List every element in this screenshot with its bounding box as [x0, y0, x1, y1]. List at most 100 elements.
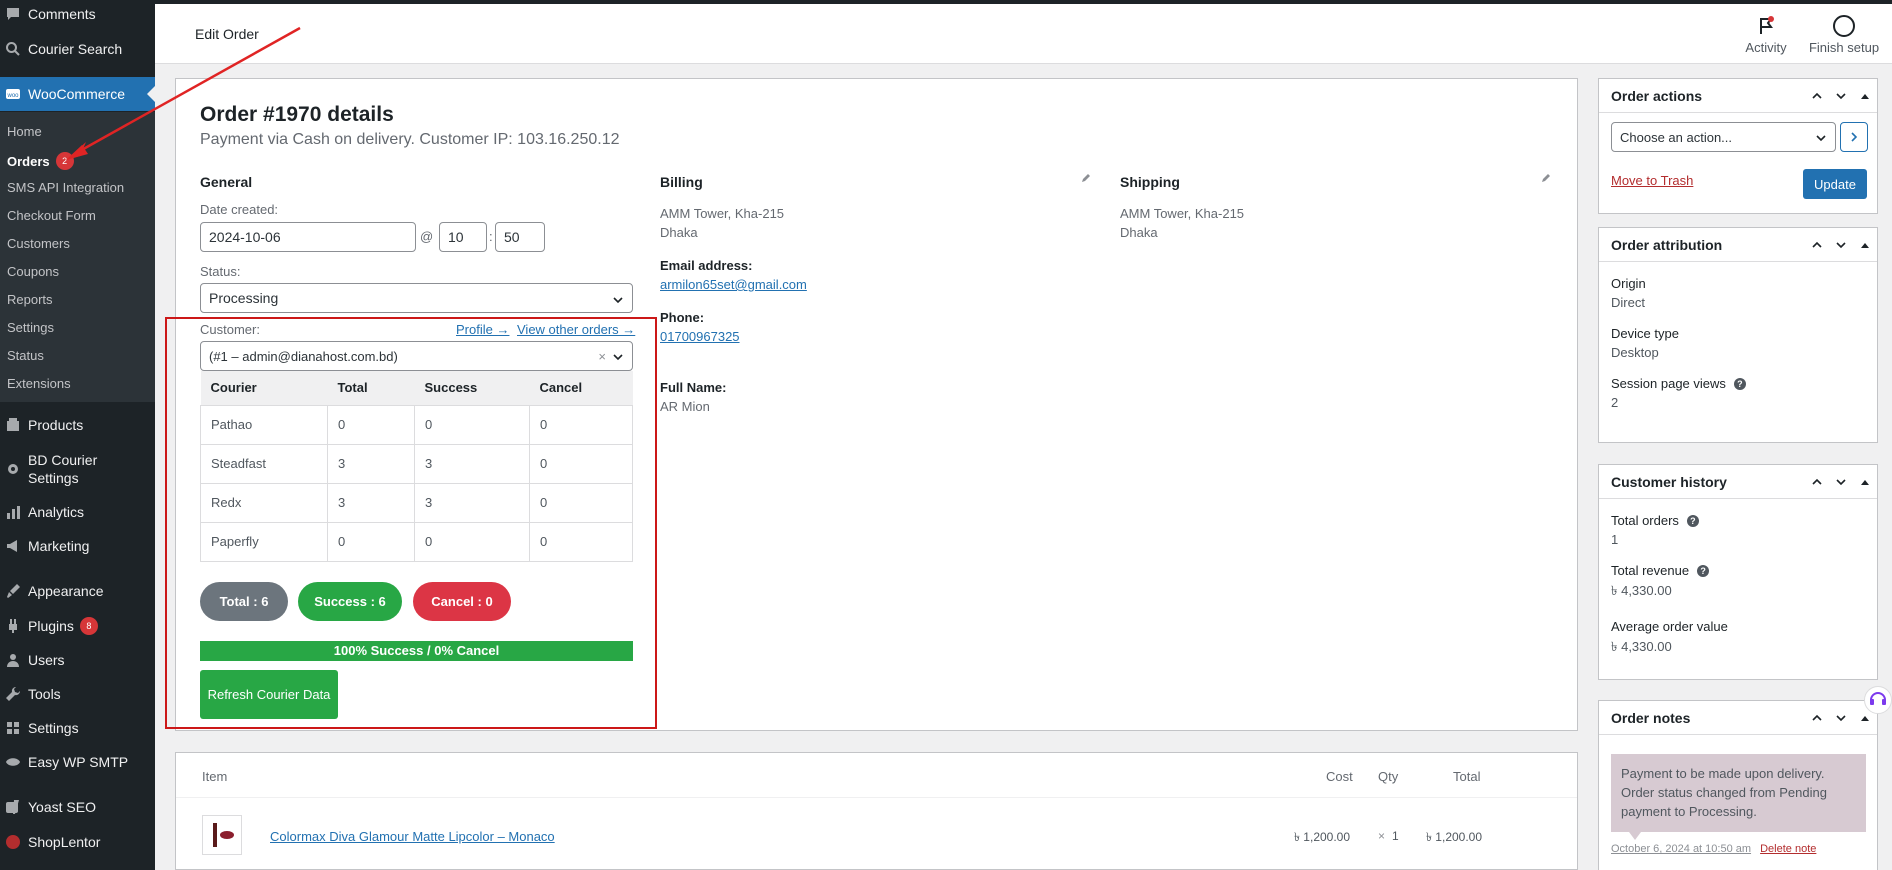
chevron-down-icon: [612, 293, 624, 309]
order-actions-box: Order actions Choose an action... Move t…: [1598, 78, 1878, 214]
collapse-toggle-icon[interactable]: [1859, 238, 1871, 254]
sidebar-item-users[interactable]: Users: [0, 651, 155, 669]
billing-email-link[interactable]: armilon65set@gmail.com: [660, 277, 807, 292]
sidebar-item-tools[interactable]: Tools: [0, 685, 155, 703]
support-chat-button[interactable]: [1864, 686, 1892, 714]
col-success: Success: [414, 371, 530, 405]
sidebar-item-marketing[interactable]: Marketing: [0, 537, 155, 555]
submenu-extensions[interactable]: Extensions: [7, 376, 71, 391]
sidebar-item-settings[interactable]: Settings: [0, 719, 155, 737]
paintbrush-icon: [4, 582, 22, 600]
smtp-icon: [4, 753, 22, 771]
sidebar-item-yoast-seo[interactable]: Yoast SEO: [0, 798, 155, 816]
items-col-qty: Qty: [1378, 769, 1399, 784]
items-col-total: Total: [1453, 769, 1481, 784]
shipping-address-line1: AMM Tower, Kha-215: [1120, 206, 1245, 221]
sidebar-item-shoplentor[interactable]: ShopLentor: [0, 833, 155, 851]
customer-history-box: Customer history Total orders? 1 Total r…: [1598, 464, 1878, 680]
flag-icon: [1757, 15, 1775, 39]
time-colon: :: [489, 229, 493, 244]
apply-action-button[interactable]: [1840, 122, 1868, 152]
avg-order-label: Average order value: [1611, 619, 1728, 634]
move-to-trash-link[interactable]: Move to Trash: [1611, 173, 1693, 188]
item-total: ৳ 1,200.00: [1426, 830, 1483, 844]
submenu-settings[interactable]: Settings: [7, 320, 54, 335]
submenu-checkout-form[interactable]: Checkout Form: [7, 208, 96, 223]
sidebar-item-products[interactable]: Products: [0, 416, 155, 434]
col-courier: Courier: [200, 371, 328, 405]
sidebar-item-appearance[interactable]: Appearance: [0, 582, 155, 600]
item-qty: 1: [1392, 829, 1399, 843]
date-created-input[interactable]: 2024-10-06: [200, 222, 416, 252]
collapse-toggle-icon[interactable]: [1859, 711, 1871, 727]
billing-phone-link[interactable]: 01700967325: [660, 329, 740, 344]
shipping-address-line2: Dhaka: [1120, 225, 1158, 240]
chevron-up-icon[interactable]: [1811, 238, 1823, 254]
items-divider: [176, 797, 1577, 798]
order-action-select[interactable]: Choose an action...: [1611, 122, 1836, 152]
finish-setup-button[interactable]: Finish setup: [1804, 14, 1884, 55]
shipping-heading: Shipping: [1120, 174, 1180, 190]
chevron-down-icon[interactable]: [1835, 711, 1847, 727]
order-actions-header: Order actions: [1599, 79, 1877, 113]
status-select[interactable]: Processing: [200, 283, 633, 313]
submenu-coupons[interactable]: Coupons: [7, 264, 59, 279]
chevron-up-icon[interactable]: [1811, 475, 1823, 491]
sidebar-item-easy-wp-smtp[interactable]: Easy WP SMTP: [0, 753, 155, 771]
total-pill: Total : 6: [200, 582, 288, 621]
session-views-value: 2: [1611, 395, 1619, 410]
note-date: October 6, 2024 at 10:50 am: [1611, 843, 1752, 855]
submenu-sms-api[interactable]: SMS API Integration: [7, 180, 124, 195]
plugins-update-badge: 8: [79, 617, 98, 635]
total-orders-value: 1: [1611, 532, 1619, 547]
edit-shipping-pencil-icon[interactable]: [1540, 172, 1552, 184]
submenu-customers[interactable]: Customers: [7, 236, 70, 251]
help-icon[interactable]: ?: [1697, 564, 1710, 577]
origin-value: Direct: [1611, 295, 1645, 310]
avg-order-value: ৳ 4,330.00: [1611, 639, 1672, 654]
sidebar-item-analytics[interactable]: Analytics: [0, 503, 155, 521]
note-tail: [1629, 832, 1641, 840]
status-label: Status:: [200, 264, 241, 279]
submenu-status[interactable]: Status: [7, 348, 44, 363]
settings-icon: [4, 719, 22, 737]
hour-input[interactable]: 10: [439, 222, 487, 252]
collapse-toggle-icon[interactable]: [1859, 89, 1871, 105]
product-thumbnail[interactable]: [202, 815, 242, 855]
sidebar-item-bd-courier-settings[interactable]: BD Courier Settings: [0, 451, 155, 487]
col-cancel: Cancel: [529, 371, 633, 405]
refresh-courier-data-button[interactable]: Refresh Courier Data: [200, 670, 338, 719]
chevron-right-icon: [1849, 129, 1859, 145]
chevron-down-icon[interactable]: [1835, 238, 1847, 254]
edit-billing-pencil-icon[interactable]: [1080, 172, 1092, 184]
table-row: Redx 3 3 0: [200, 482, 633, 523]
billing-address-line2: Dhaka: [660, 225, 698, 240]
date-created-label: Date created:: [200, 202, 279, 217]
chevron-up-icon[interactable]: [1811, 89, 1823, 105]
chevron-up-icon[interactable]: [1811, 711, 1823, 727]
megaphone-icon: [4, 537, 22, 555]
billing-email-label: Email address:: [660, 258, 753, 273]
courier-stats-table: Courier Total Success Cancel Pathao 0 0 0 S…: [200, 371, 633, 562]
minute-input[interactable]: 50: [495, 222, 545, 252]
order-notes-box: Order notes Payment to be made upon deli…: [1598, 700, 1878, 870]
order-attribution-header: Order attribution: [1599, 228, 1877, 262]
customer-history-header: Customer history: [1599, 465, 1877, 499]
analytics-icon: [4, 503, 22, 521]
sidebar-item-plugins[interactable]: Plugins 8: [0, 617, 155, 635]
chevron-down-icon[interactable]: [1835, 89, 1847, 105]
activity-button[interactable]: Activity: [1736, 14, 1796, 55]
submenu-reports[interactable]: Reports: [7, 292, 53, 307]
update-button[interactable]: Update: [1803, 169, 1867, 199]
help-icon[interactable]: ?: [1733, 377, 1746, 390]
billing-fullname-label: Full Name:: [660, 380, 727, 395]
products-icon: [4, 416, 22, 434]
delete-note-link[interactable]: Delete note: [1760, 843, 1816, 855]
chevron-down-icon[interactable]: [1835, 475, 1847, 491]
plugin-icon: [4, 617, 22, 635]
total-revenue-value: ৳ 4,330.00: [1611, 583, 1672, 598]
collapse-toggle-icon[interactable]: [1859, 475, 1871, 491]
headset-icon: [1868, 689, 1888, 712]
product-link[interactable]: Colormax Diva Glamour Matte Lipcolor – M…: [270, 829, 555, 844]
help-icon[interactable]: ?: [1686, 514, 1699, 527]
